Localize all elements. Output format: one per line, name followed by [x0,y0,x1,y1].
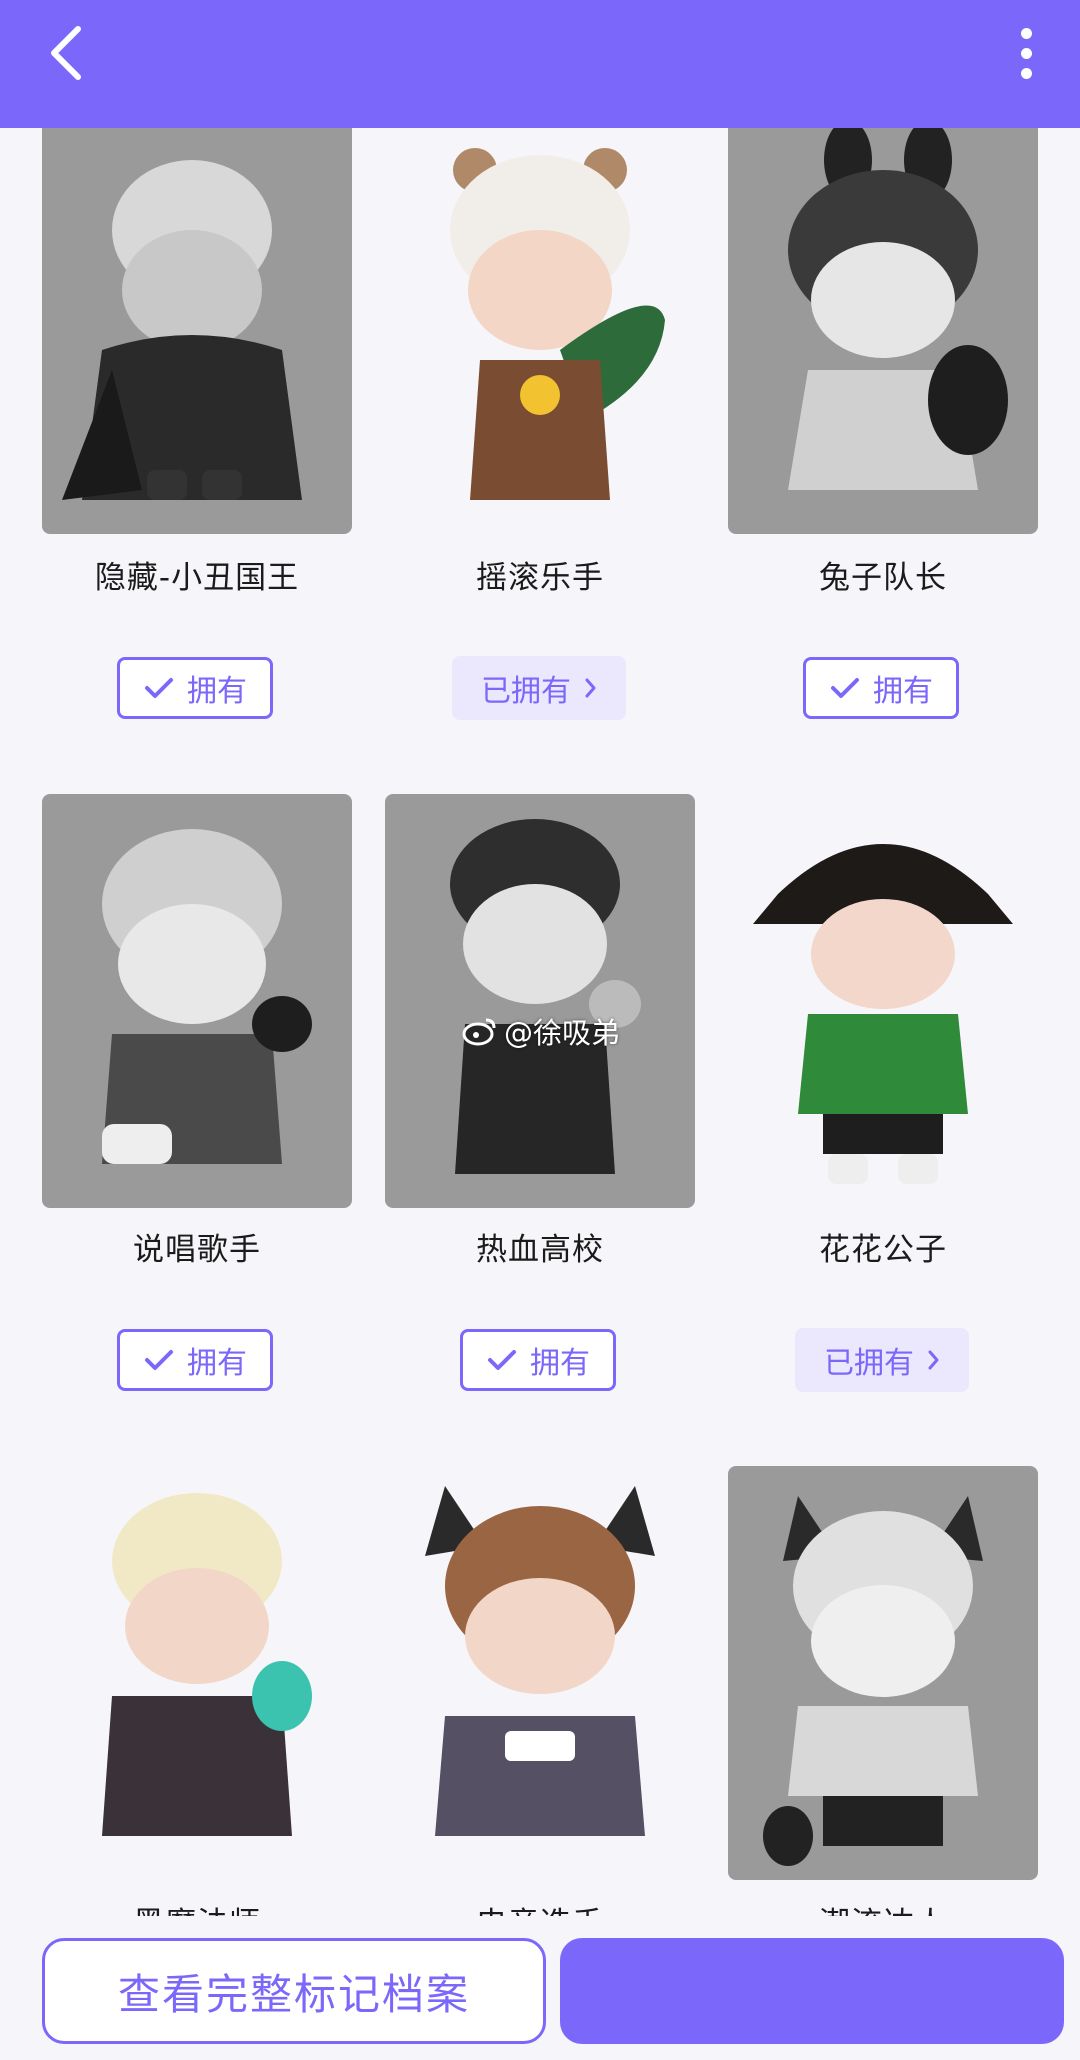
owned-label: 已拥有 [481,674,571,709]
figure-name: 说唱歌手 [133,1232,261,1268]
figure-image[interactable] [42,120,352,534]
primary-action-button[interactable] [560,1938,1064,2044]
chevron-right-icon [585,677,597,699]
weibo-icon [462,1018,496,1046]
figure-image[interactable] [728,120,1038,534]
figure-image[interactable] [728,1466,1038,1880]
chevron-right-icon [928,1349,940,1371]
chevron-left-icon [51,26,81,80]
more-options-button[interactable] [1006,18,1046,88]
own-toggle-button[interactable]: 拥有 [460,1329,616,1391]
check-icon [143,676,175,700]
own-label: 拥有 [873,674,933,709]
figure-name: 兔子队长 [819,560,947,596]
back-button[interactable] [36,18,96,88]
own-label: 拥有 [187,674,247,709]
figure-image[interactable] [42,794,352,1208]
figure-name: 花花公子 [819,1232,947,1268]
bottom-action-bar: 查看完整标记档案 [0,1916,1080,2060]
figure-image[interactable] [728,794,1038,1208]
owned-button[interactable]: 已拥有 [452,656,626,720]
own-label: 拥有 [530,1346,590,1381]
figure-image[interactable] [42,1466,352,1880]
more-vertical-icon [1020,27,1032,39]
figure-image[interactable] [385,794,695,1208]
owned-label: 已拥有 [824,1346,914,1381]
figure-name: 隐藏-小丑国王 [94,560,300,596]
check-icon [829,676,861,700]
top-app-bar [0,0,1080,128]
own-toggle-button[interactable]: 拥有 [117,1329,273,1391]
own-toggle-button[interactable]: 拥有 [117,657,273,719]
owned-button[interactable]: 已拥有 [795,1328,969,1392]
figure-name: 摇滚乐手 [476,560,604,596]
check-icon [143,1348,175,1372]
check-icon [486,1348,518,1372]
view-archive-button[interactable]: 查看完整标记档案 [42,1938,546,2044]
figure-image[interactable] [385,120,695,534]
figure-name: 热血高校 [476,1232,604,1268]
own-label: 拥有 [187,1346,247,1381]
watermark: @徐吸弟 [462,1010,620,1052]
figure-image[interactable] [385,1466,695,1880]
own-toggle-button[interactable]: 拥有 [803,657,959,719]
